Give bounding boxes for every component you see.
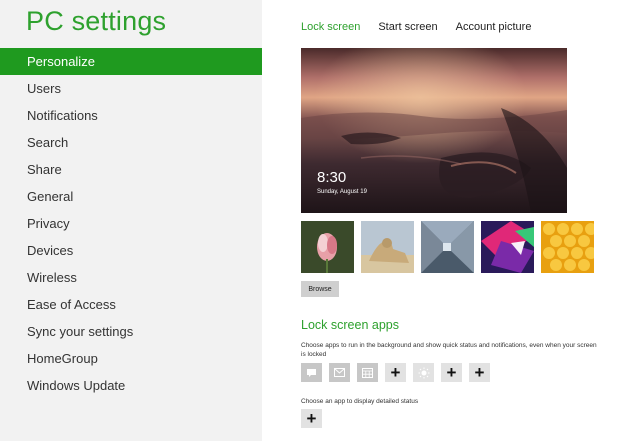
sidebar-item-notifications[interactable]: Notifications bbox=[0, 102, 262, 129]
thumbnail-tunnel[interactable] bbox=[421, 221, 474, 273]
background-thumbnails bbox=[301, 221, 594, 273]
plus-icon: + bbox=[446, 363, 457, 382]
sidebar-item-personalize[interactable]: Personalize bbox=[0, 48, 262, 75]
messaging-icon bbox=[307, 368, 316, 377]
plus-icon: + bbox=[474, 363, 485, 382]
mail-icon bbox=[334, 368, 345, 377]
app-title: PC settings bbox=[26, 6, 167, 36]
sidebar-item-sync-settings[interactable]: Sync your settings bbox=[0, 318, 262, 345]
plus-icon: + bbox=[306, 409, 317, 428]
sidebar-item-privacy[interactable]: Privacy bbox=[0, 210, 262, 237]
thumbnail-honeycomb[interactable] bbox=[541, 221, 594, 273]
lock-app-mail[interactable] bbox=[329, 363, 350, 382]
lock-screen-apps-heading: Lock screen apps bbox=[301, 318, 399, 332]
lock-date: Sunday, August 19 bbox=[317, 189, 367, 195]
detailed-status-app-slot[interactable]: + bbox=[301, 409, 322, 428]
weather-sun-icon bbox=[418, 367, 429, 378]
sidebar-item-ease-of-access[interactable]: Ease of Access bbox=[0, 291, 262, 318]
plus-icon: + bbox=[390, 363, 401, 382]
sidebar-item-users[interactable]: Users bbox=[0, 75, 262, 102]
lock-screen-apps-description: Choose apps to run in the background and… bbox=[301, 342, 597, 358]
sidebar: PC settings Personalize Users Notificati… bbox=[0, 0, 262, 441]
tab-start-screen[interactable]: Start screen bbox=[378, 21, 437, 33]
lock-time: 8:30 bbox=[317, 169, 347, 186]
calendar-icon bbox=[362, 367, 373, 378]
lock-app-add-slot-2[interactable]: + bbox=[441, 363, 462, 382]
thumbnail-flower[interactable] bbox=[301, 221, 354, 273]
sidebar-nav: Personalize Users Notifications Search S… bbox=[0, 48, 262, 399]
sidebar-item-share[interactable]: Share bbox=[0, 156, 262, 183]
sidebar-item-general[interactable]: General bbox=[0, 183, 262, 210]
lock-app-calendar[interactable] bbox=[357, 363, 378, 382]
main-content: Lock screen Start screen Account picture bbox=[262, 0, 620, 441]
lock-app-add-slot-3[interactable]: + bbox=[469, 363, 490, 382]
tab-account-picture[interactable]: Account picture bbox=[456, 21, 532, 33]
lock-screen-preview: 8:30 Sunday, August 19 bbox=[301, 48, 567, 213]
thumbnail-sphinx[interactable] bbox=[361, 221, 414, 273]
sidebar-item-wireless[interactable]: Wireless bbox=[0, 264, 262, 291]
lock-screen-app-slots: + + + bbox=[301, 363, 490, 382]
tab-bar: Lock screen Start screen Account picture bbox=[301, 21, 531, 33]
sidebar-item-homegroup[interactable]: HomeGroup bbox=[0, 345, 262, 372]
sidebar-item-search[interactable]: Search bbox=[0, 129, 262, 156]
sidebar-item-devices[interactable]: Devices bbox=[0, 237, 262, 264]
tab-lock-screen[interactable]: Lock screen bbox=[301, 21, 360, 33]
browse-button[interactable]: Browse bbox=[301, 281, 339, 297]
lock-app-add-slot-1[interactable]: + bbox=[385, 363, 406, 382]
lock-app-weather[interactable] bbox=[413, 363, 434, 382]
thumbnail-color-shapes[interactable] bbox=[481, 221, 534, 273]
detailed-status-description: Choose an app to display detailed status bbox=[301, 398, 419, 405]
sidebar-item-windows-update[interactable]: Windows Update bbox=[0, 372, 262, 399]
lock-app-messaging[interactable] bbox=[301, 363, 322, 382]
